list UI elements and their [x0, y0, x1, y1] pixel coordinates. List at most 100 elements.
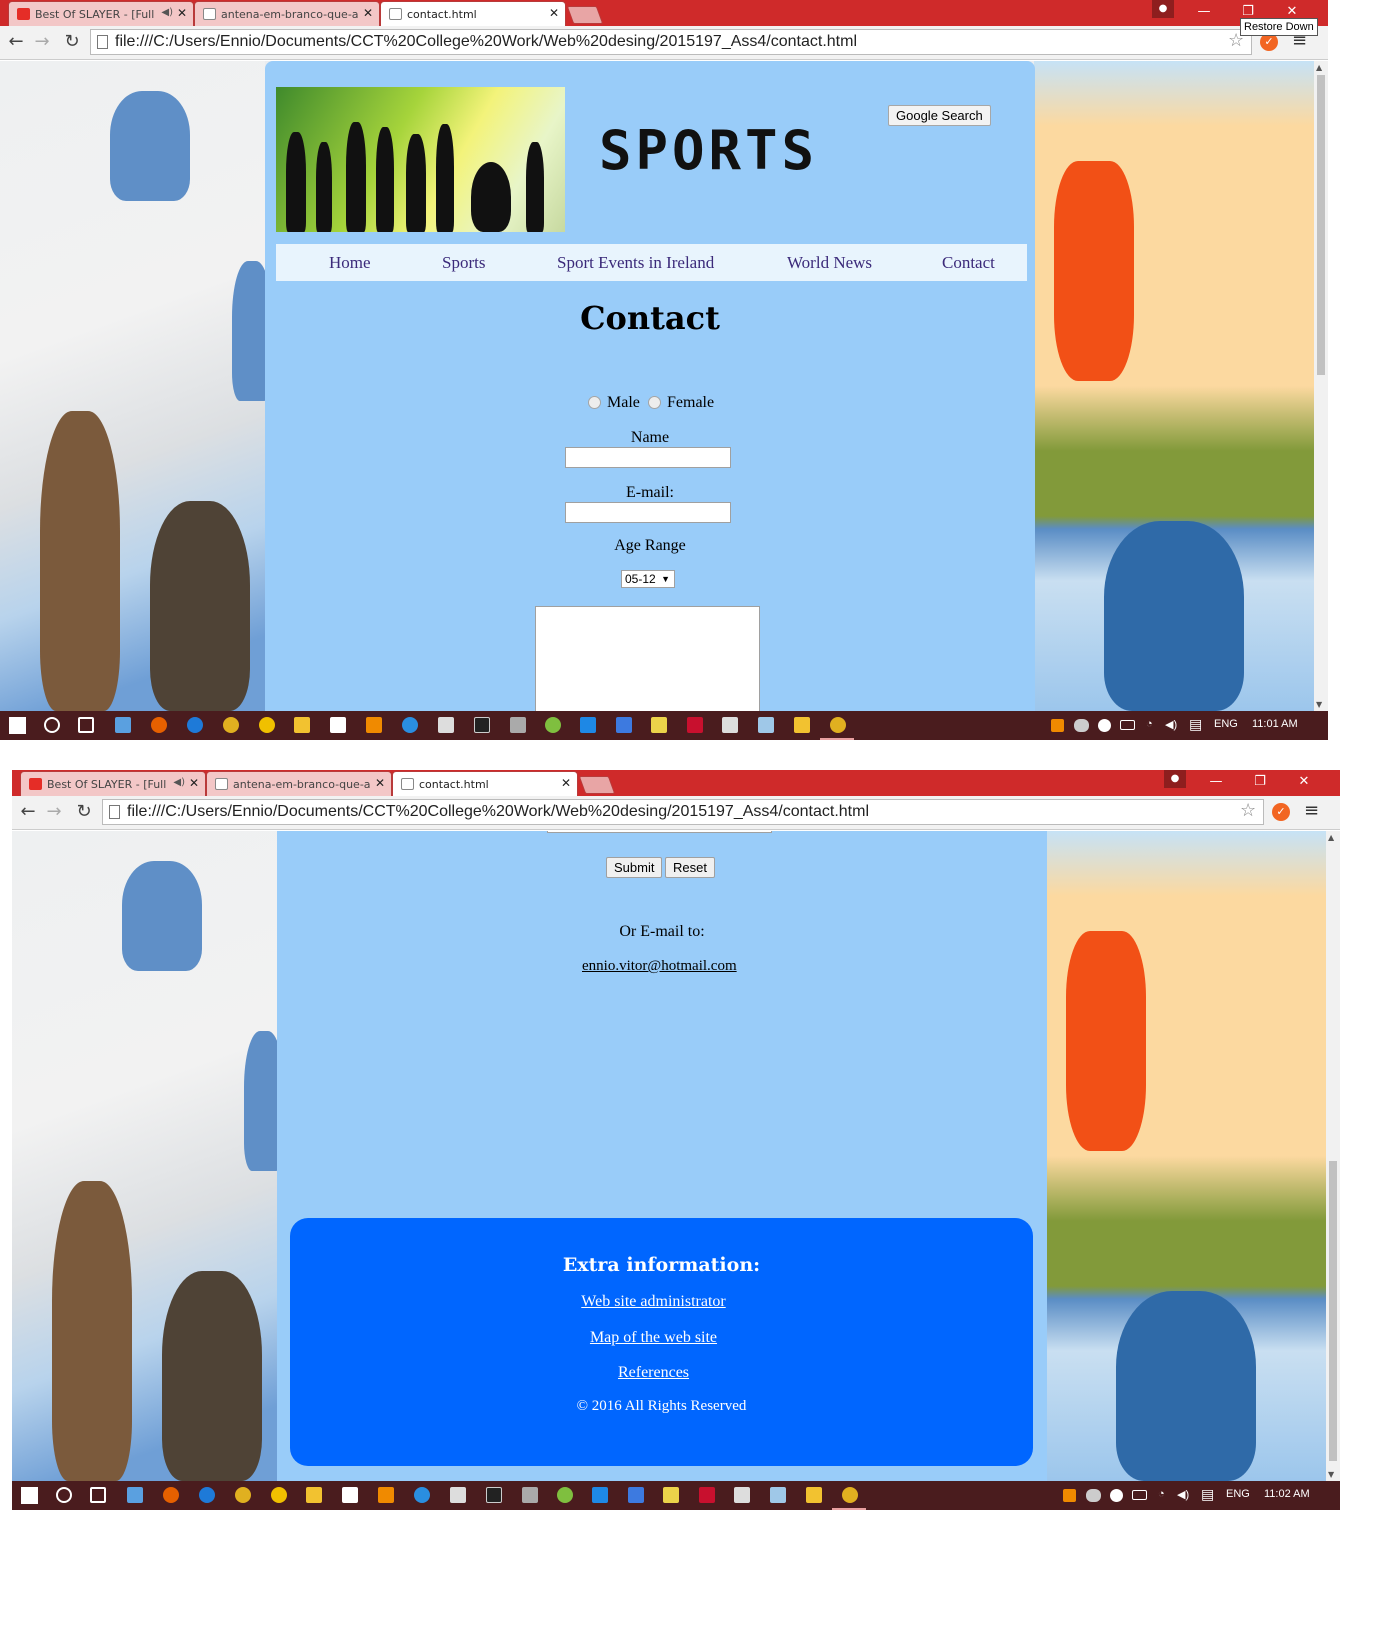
calculator-icon[interactable] — [450, 1487, 466, 1503]
app-icon[interactable] — [722, 717, 738, 733]
email-input[interactable] — [565, 502, 731, 523]
minimize-button[interactable]: — — [1194, 772, 1238, 794]
scroll-thumb[interactable] — [1329, 1161, 1337, 1461]
female-radio[interactable] — [648, 396, 661, 409]
battery-icon[interactable] — [1132, 1490, 1147, 1500]
message-textarea[interactable] — [547, 831, 772, 833]
clock[interactable]: 11:01 AM — [1252, 718, 1298, 730]
nav-sport-events[interactable]: Sport Events in Ireland — [557, 253, 714, 273]
close-tab-icon[interactable]: ✕ — [363, 6, 373, 20]
command-prompt-icon[interactable] — [486, 1487, 502, 1503]
app-icon[interactable] — [734, 1487, 750, 1503]
app-icon[interactable] — [557, 1487, 573, 1503]
male-radio[interactable] — [588, 396, 601, 409]
menu-icon[interactable]: ≡ — [1304, 800, 1319, 821]
chrome-icon[interactable] — [842, 1487, 858, 1503]
close-tab-icon[interactable]: ✕ — [177, 6, 187, 20]
scroll-up-icon[interactable]: ▲ — [1316, 63, 1322, 72]
forward-arrow-icon[interactable]: → — [42, 800, 66, 824]
close-tab-icon[interactable]: ✕ — [561, 776, 571, 790]
back-arrow-icon[interactable]: ← — [4, 30, 28, 54]
language-indicator[interactable]: ENG — [1226, 1488, 1250, 1500]
task-view-icon[interactable] — [78, 717, 94, 733]
extension-icon[interactable]: ✓ — [1272, 803, 1290, 821]
folder-icon[interactable] — [794, 717, 810, 733]
app-icon[interactable] — [259, 717, 275, 733]
page-scrollbar[interactable]: ▲ ▼ — [1314, 61, 1328, 711]
windows-start-icon[interactable] — [21, 1487, 38, 1504]
store-icon[interactable] — [330, 717, 346, 733]
google-search-button[interactable]: Google Search — [888, 105, 991, 126]
cortana-icon[interactable] — [56, 1487, 72, 1503]
app-icon[interactable] — [414, 1487, 430, 1503]
calculator-icon[interactable] — [438, 717, 454, 733]
close-window-button[interactable]: ✕ — [1282, 772, 1326, 794]
edge-icon[interactable] — [199, 1487, 215, 1503]
reload-icon[interactable]: ↻ — [60, 30, 84, 54]
tab-contact[interactable]: contact.html ✕ — [392, 771, 578, 797]
address-bar[interactable]: file:///C:/Users/Ennio/Documents/CCT%20C… — [102, 799, 1264, 825]
tray-app-icon[interactable] — [1098, 719, 1111, 732]
reload-icon[interactable]: ↻ — [72, 800, 96, 824]
footer-link-sitemap[interactable]: Map of the web site — [282, 1329, 1025, 1347]
page-scrollbar[interactable]: ▲ ▼ — [1326, 831, 1340, 1481]
app-icon[interactable] — [580, 717, 596, 733]
chrome-icon[interactable] — [235, 1487, 251, 1503]
tray-app-icon[interactable] — [1051, 719, 1064, 732]
new-tab-button[interactable] — [578, 776, 616, 794]
volume-icon[interactable]: ◀) — [1177, 1488, 1189, 1501]
message-textarea[interactable] — [535, 606, 760, 711]
wifi-icon[interactable]: ◔ — [1158, 1488, 1165, 1500]
close-tab-icon[interactable]: ✕ — [189, 776, 199, 790]
wifi-icon[interactable]: ◔ — [1146, 718, 1153, 730]
notification-icon[interactable]: ▤ — [1189, 716, 1202, 733]
chrome-icon[interactable] — [830, 717, 846, 733]
scroll-up-icon[interactable]: ▲ — [1328, 833, 1334, 842]
reset-button[interactable]: Reset — [665, 857, 715, 878]
app-icon[interactable] — [522, 1487, 538, 1503]
windows-start-icon[interactable] — [9, 717, 26, 734]
paint-icon[interactable] — [770, 1487, 786, 1503]
chrome-icon[interactable] — [223, 717, 239, 733]
file-explorer-icon[interactable] — [306, 1487, 322, 1503]
nav-contact[interactable]: Contact — [942, 253, 995, 273]
tray-app-icon[interactable] — [1063, 1489, 1076, 1502]
app-icon[interactable] — [616, 717, 632, 733]
language-indicator[interactable]: ENG — [1214, 718, 1238, 730]
clock[interactable]: 11:02 AM — [1264, 1488, 1310, 1500]
age-select[interactable]: 05-12 ▼ — [621, 570, 675, 588]
nav-sports[interactable]: Sports — [442, 253, 485, 273]
tab-antena[interactable]: antena-em-branco-que-a ✕ — [206, 771, 392, 796]
minimize-button[interactable]: — — [1182, 2, 1226, 24]
notepad-icon[interactable] — [651, 717, 667, 733]
nav-home[interactable]: Home — [329, 253, 371, 273]
nav-world-news[interactable]: World News — [787, 253, 872, 273]
footer-link-references[interactable]: References — [282, 1364, 1025, 1382]
restore-button[interactable]: ❐ — [1238, 772, 1282, 794]
outlook-icon[interactable] — [127, 1487, 143, 1503]
close-tab-icon[interactable]: ✕ — [549, 6, 559, 20]
speaker-icon[interactable]: ◀) — [173, 777, 185, 788]
volume-icon[interactable]: ◀) — [1165, 718, 1177, 731]
tab-slayer[interactable]: Best Of SLAYER - [Full ◀) ✕ — [20, 771, 206, 796]
app-icon[interactable] — [628, 1487, 644, 1503]
user-icon[interactable]: ● — [1152, 0, 1174, 18]
task-view-icon[interactable] — [90, 1487, 106, 1503]
scroll-down-icon[interactable]: ▼ — [1316, 700, 1322, 709]
folder-icon[interactable] — [806, 1487, 822, 1503]
app-icon[interactable] — [510, 717, 526, 733]
submit-button[interactable]: Submit — [606, 857, 663, 878]
firefox-icon[interactable] — [151, 717, 167, 733]
store-icon[interactable] — [342, 1487, 358, 1503]
bookmark-star-icon[interactable]: ☆ — [1240, 800, 1256, 821]
name-input[interactable] — [565, 447, 731, 468]
onedrive-icon[interactable] — [1074, 719, 1089, 732]
tray-app-icon[interactable] — [1110, 1489, 1123, 1502]
tab-slayer[interactable]: Best Of SLAYER - [Full ◀) ✕ — [8, 1, 194, 26]
app-icon[interactable] — [271, 1487, 287, 1503]
app-icon[interactable] — [592, 1487, 608, 1503]
onedrive-icon[interactable] — [1086, 1489, 1101, 1502]
media-player-icon[interactable] — [378, 1487, 394, 1503]
back-arrow-icon[interactable]: ← — [16, 800, 40, 824]
command-prompt-icon[interactable] — [474, 717, 490, 733]
